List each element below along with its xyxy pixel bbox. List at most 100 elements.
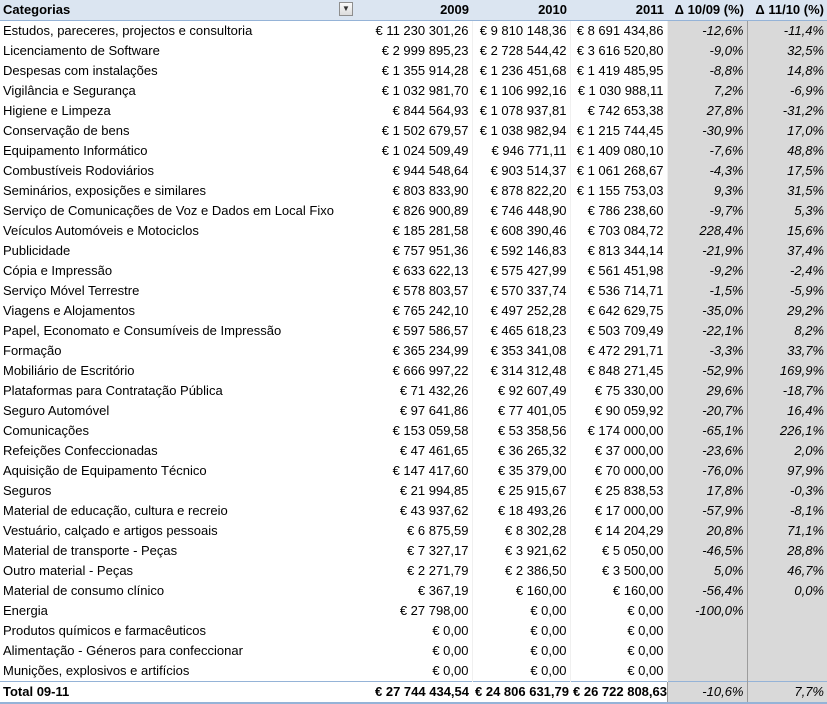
value-2009-cell: € 633 622,13 bbox=[356, 261, 473, 281]
delta-10-09-cell: -9,0% bbox=[666, 41, 747, 61]
delta-10-09-cell: -20,7% bbox=[666, 401, 747, 421]
value-2011-cell: € 813 344,14 bbox=[570, 241, 668, 261]
table-row: Alimentação - Géneros para confeccionar €… bbox=[0, 641, 827, 661]
table-row: Mobiliário de Escritório € 666 997,22 € 31… bbox=[0, 361, 827, 381]
value-2010-cell: € 0,00 bbox=[472, 661, 571, 682]
delta-11-10-cell: 8,2% bbox=[746, 321, 827, 341]
value-2011-cell: € 8 691 434,86 bbox=[570, 20, 668, 41]
delta-11-10-cell: 29,2% bbox=[746, 301, 827, 321]
category-cell: Combustíveis Rodoviários bbox=[3, 163, 155, 178]
value-2011-cell: € 472 291,71 bbox=[570, 341, 668, 361]
value-2010-cell: € 1 078 937,81 bbox=[472, 101, 571, 121]
delta-11-10-cell: -18,7% bbox=[746, 381, 827, 401]
value-2011-cell: € 848 271,45 bbox=[570, 361, 668, 381]
delta-11-10-cell: 2,0% bbox=[746, 441, 827, 461]
delta-11-10-cell: 97,9% bbox=[746, 461, 827, 481]
value-2009-cell: € 185 281,58 bbox=[356, 221, 473, 241]
delta-10-09-cell: 20,8% bbox=[666, 521, 747, 541]
delta-11-10-cell: 169,9% bbox=[746, 361, 827, 381]
value-2011-cell: € 0,00 bbox=[570, 621, 668, 641]
category-cell: Seminários, exposições e similares bbox=[3, 183, 207, 198]
value-2010-cell: € 497 252,28 bbox=[472, 301, 571, 321]
category-cell: Material de consumo clínico bbox=[3, 583, 165, 598]
delta-11-10-cell: -31,2% bbox=[746, 101, 827, 121]
table-row: Combustíveis Rodoviários € 944 548,64 € 90… bbox=[0, 161, 827, 181]
table-row: Viagens e Alojamentos € 765 242,10 € 497 2… bbox=[0, 301, 827, 321]
value-2009-cell: € 1 024 509,49 bbox=[356, 141, 473, 161]
dropdown-filter-icon[interactable]: ▼ bbox=[339, 2, 353, 16]
value-2009-cell: € 944 548,64 bbox=[356, 161, 473, 181]
value-2011-cell: € 536 714,71 bbox=[570, 281, 668, 301]
table-row: Higiene e Limpeza € 844 564,93 € 1 078 937… bbox=[0, 101, 827, 121]
category-cell: Comunicações bbox=[3, 423, 89, 438]
value-2011-cell: € 3 616 520,80 bbox=[570, 41, 668, 61]
value-2010-cell: € 746 448,90 bbox=[472, 201, 571, 221]
value-2010-cell: € 2 386,50 bbox=[472, 561, 571, 581]
value-2009-cell: € 826 900,89 bbox=[356, 201, 473, 221]
value-2009-cell: € 6 875,59 bbox=[356, 521, 473, 541]
value-2009-cell: € 43 937,62 bbox=[356, 501, 473, 521]
delta-10-09-cell: 228,4% bbox=[666, 221, 747, 241]
value-2010-cell: € 53 358,56 bbox=[472, 421, 571, 441]
delta-10-09-cell: -30,9% bbox=[666, 121, 747, 141]
delta-11-10-cell: -5,9% bbox=[746, 281, 827, 301]
delta-11-10-cell: 33,7% bbox=[746, 341, 827, 361]
value-2010-cell: € 0,00 bbox=[472, 641, 571, 661]
value-2011-cell: € 1 030 988,11 bbox=[570, 81, 668, 101]
table-row: Seminários, exposições e similares € 803 … bbox=[0, 181, 827, 201]
value-2010-cell: € 160,00 bbox=[472, 581, 571, 601]
delta-10-09-cell: -23,6% bbox=[666, 441, 747, 461]
table-row: Equipamento Informático € 1 024 509,49 € 9… bbox=[0, 141, 827, 161]
category-cell: Munições, explosivos e artifícios bbox=[3, 663, 190, 678]
delta-10-09-cell bbox=[666, 621, 747, 641]
value-2009-cell: € 21 994,85 bbox=[356, 481, 473, 501]
delta-11-10-cell: 31,5% bbox=[746, 181, 827, 201]
value-2009-cell: € 27 798,00 bbox=[356, 601, 473, 621]
value-2010-cell: € 25 915,67 bbox=[472, 481, 571, 501]
value-2010-cell: € 592 146,83 bbox=[472, 241, 571, 261]
value-2010-cell: € 3 921,62 bbox=[472, 541, 571, 561]
delta-10-09-cell: -56,4% bbox=[666, 581, 747, 601]
table-row: Conservação de bens € 1 502 679,57 € 1 038… bbox=[0, 121, 827, 141]
category-cell: Formação bbox=[3, 343, 62, 358]
category-cell: Licenciamento de Software bbox=[3, 43, 160, 58]
delta-10-09-cell: -9,7% bbox=[666, 201, 747, 221]
value-2009-cell: € 1 355 914,28 bbox=[356, 61, 473, 81]
delta-10-09-cell: -22,1% bbox=[666, 321, 747, 341]
value-2011-cell: € 37 000,00 bbox=[570, 441, 668, 461]
value-2011-cell: € 1 061 268,67 bbox=[570, 161, 668, 181]
table-row: Seguro Automóvel € 97 641,86 € 77 401,05 € … bbox=[0, 401, 827, 421]
delta-11-10-cell bbox=[746, 641, 827, 661]
category-cell: Mobiliário de Escritório bbox=[3, 363, 135, 378]
table-row: Licenciamento de Software € 2 999 895,23 €… bbox=[0, 41, 827, 61]
delta-10-09-cell: -52,9% bbox=[666, 361, 747, 381]
value-2010-cell: € 1 106 992,16 bbox=[472, 81, 571, 101]
table-row: Despesas com instalações € 1 355 914,28 € … bbox=[0, 61, 827, 81]
category-cell: Seguro Automóvel bbox=[3, 403, 110, 418]
value-2010-cell: € 946 771,11 bbox=[472, 141, 571, 161]
header-delta-11-10: Δ 11/10 (%) bbox=[747, 0, 827, 21]
table-row: Produtos químicos e farmacêuticos € 0,00 €… bbox=[0, 621, 827, 641]
value-2010-cell: € 570 337,74 bbox=[472, 281, 571, 301]
category-cell: Plataformas para Contratação Pública bbox=[3, 383, 223, 398]
value-2009-cell: € 844 564,93 bbox=[356, 101, 473, 121]
table-row: Material de transporte - Peças € 7 327,17… bbox=[0, 541, 827, 561]
value-2011-cell: € 25 838,53 bbox=[570, 481, 668, 501]
value-2010-cell: € 18 493,26 bbox=[472, 501, 571, 521]
header-2009: 2009 bbox=[356, 0, 472, 21]
category-cell: Equipamento Informático bbox=[3, 143, 148, 158]
category-cell: Conservação de bens bbox=[3, 123, 130, 138]
delta-11-10-cell: 28,8% bbox=[746, 541, 827, 561]
delta-11-10-cell: 17,0% bbox=[746, 121, 827, 141]
value-2011-cell: € 70 000,00 bbox=[570, 461, 668, 481]
table-row: Energia € 27 798,00 € 0,00 € 0,00 -100,0% bbox=[0, 601, 827, 621]
value-2010-cell: € 1 038 982,94 bbox=[472, 121, 571, 141]
delta-10-09-cell: -3,3% bbox=[666, 341, 747, 361]
value-2009-cell: € 0,00 bbox=[356, 661, 473, 682]
header-categories: Categorias ▼ bbox=[0, 0, 356, 21]
header-row: Categorias ▼ 2009 2010 2011 Δ 10/09 (%) … bbox=[0, 0, 827, 21]
value-2010-cell: € 35 379,00 bbox=[472, 461, 571, 481]
value-2011-cell: € 5 050,00 bbox=[570, 541, 668, 561]
value-2009-cell: € 597 586,57 bbox=[356, 321, 473, 341]
value-2011-cell: € 0,00 bbox=[570, 661, 668, 682]
